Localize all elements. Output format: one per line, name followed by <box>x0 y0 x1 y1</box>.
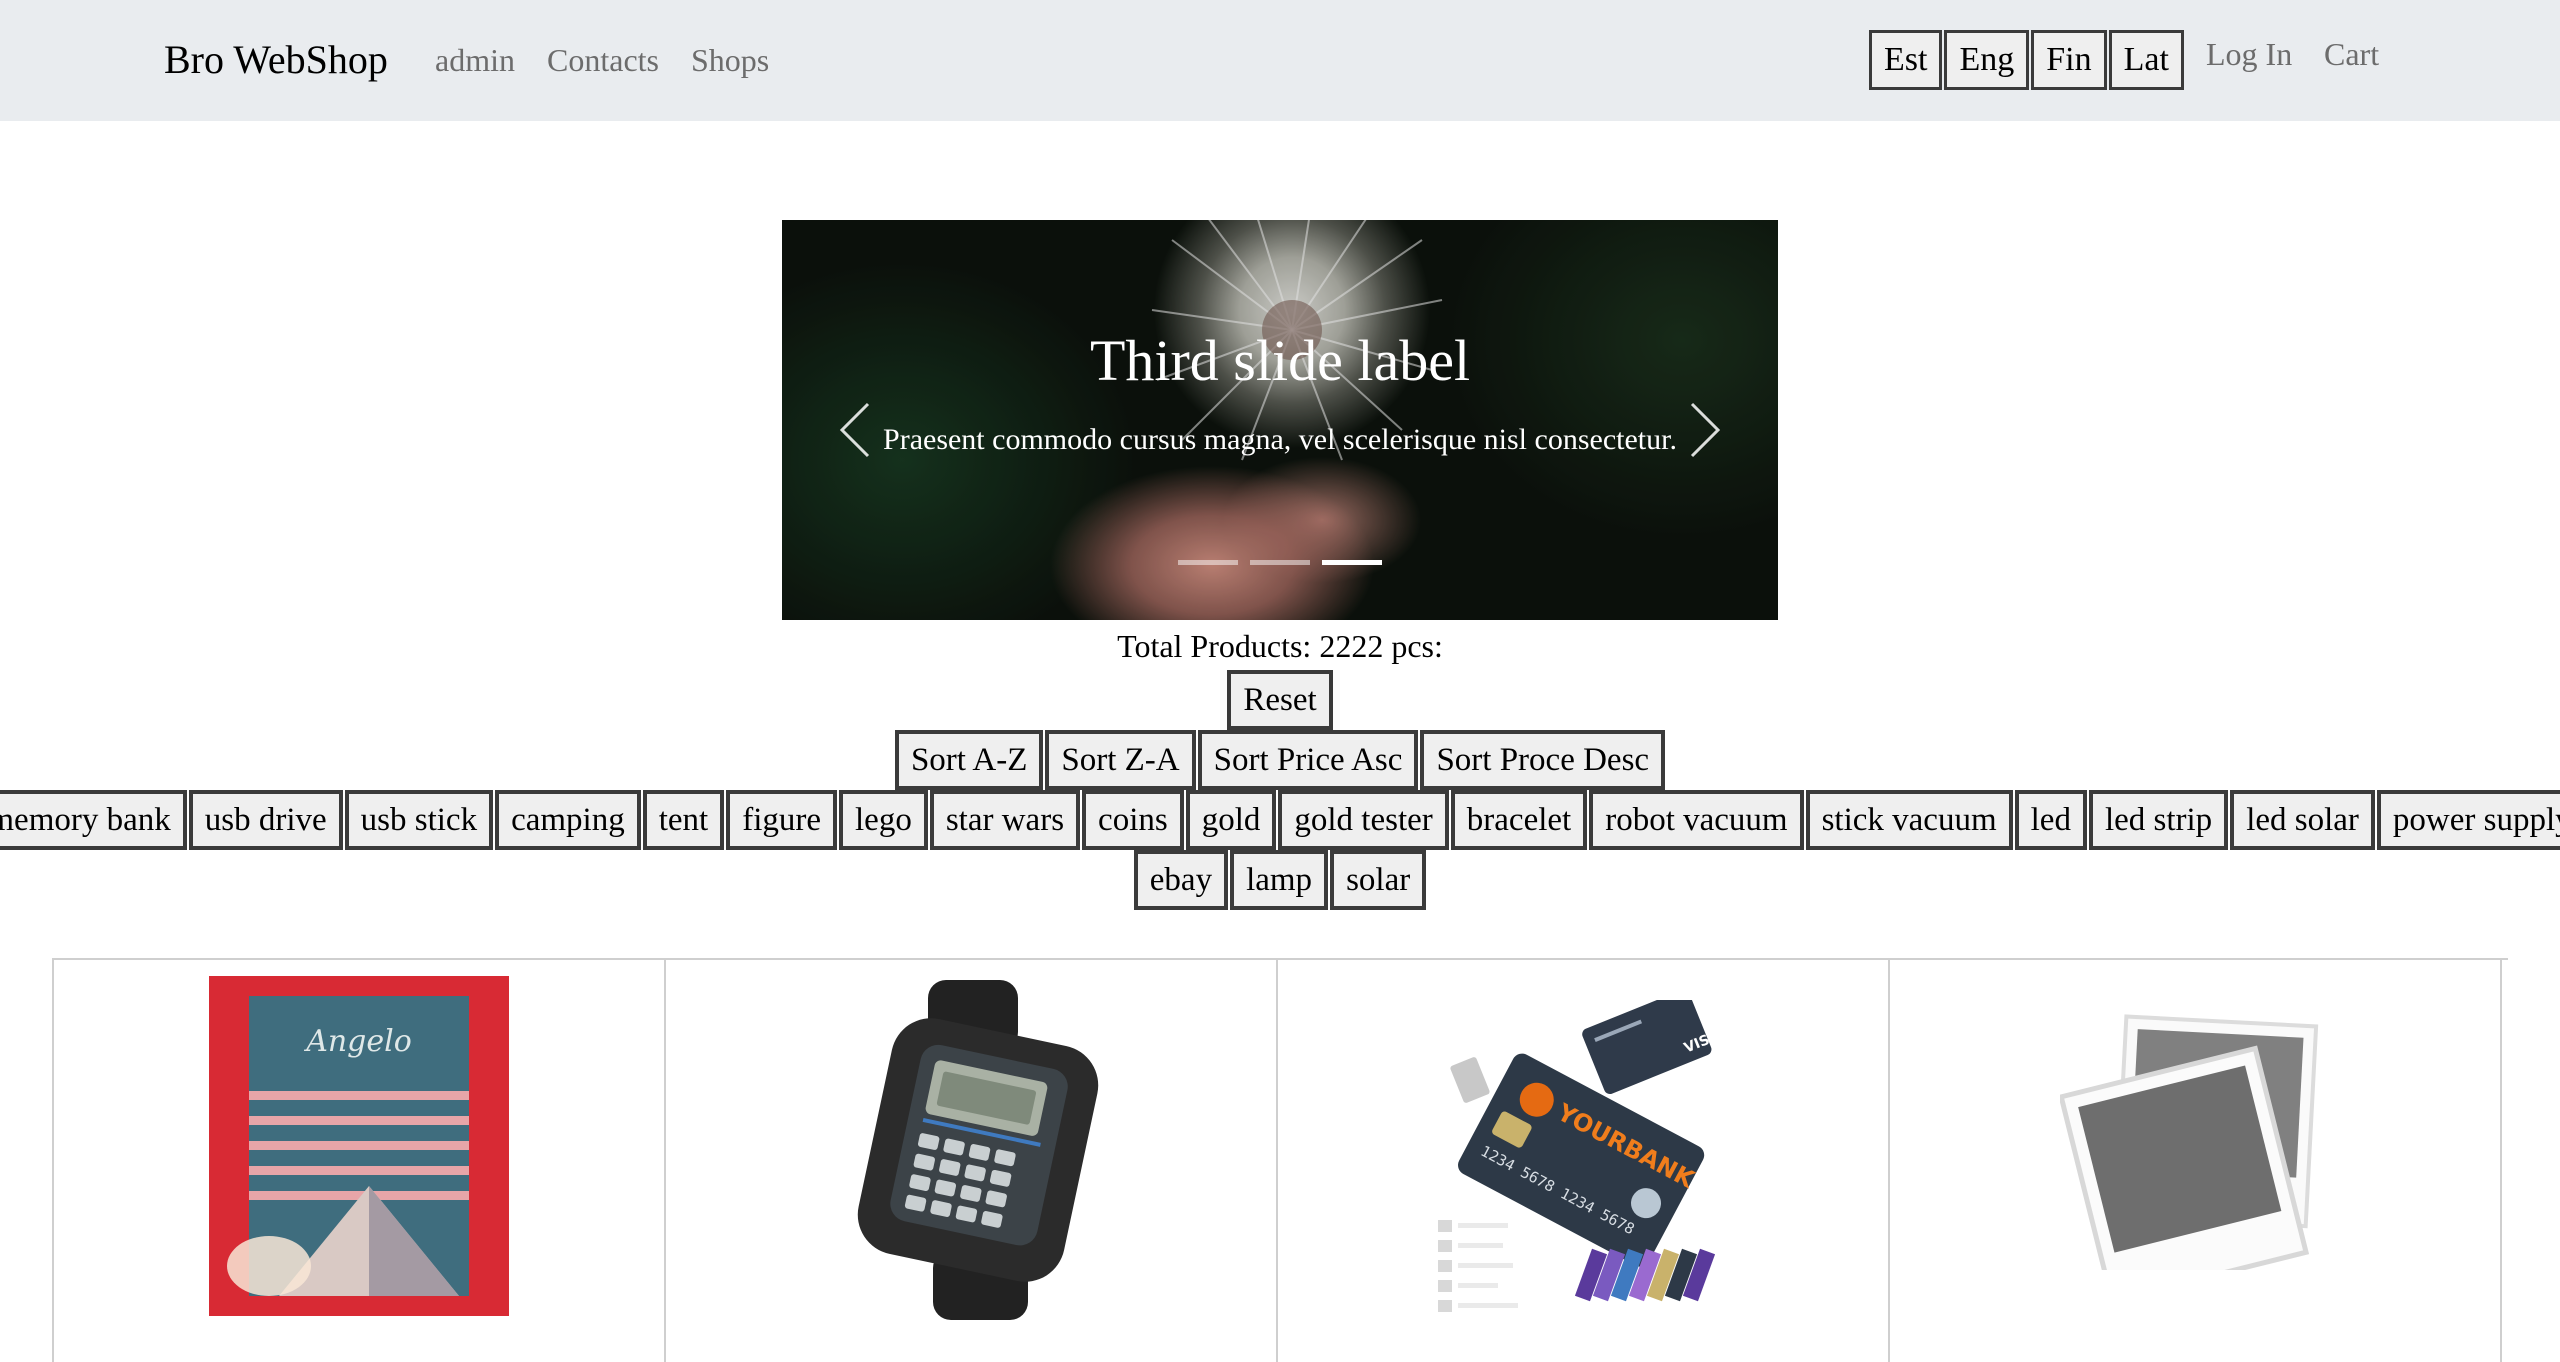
lang-button-eng[interactable]: Eng <box>1944 30 2030 90</box>
nav-link-shops[interactable]: Shops <box>691 38 769 82</box>
sort-za-button[interactable]: Sort Z-A <box>1045 730 1196 790</box>
category-button-lego[interactable]: lego <box>839 790 928 850</box>
lang-button-lat[interactable]: Lat <box>2108 30 2184 90</box>
category-button-camping[interactable]: camping <box>495 790 641 850</box>
category-button-led-solar[interactable]: led solar <box>2230 790 2375 850</box>
category-button-lamp[interactable]: lamp <box>1230 850 1329 910</box>
placeholder-photo-image[interactable] <box>2060 1010 2320 1270</box>
category-button-led[interactable]: led <box>2014 790 2087 850</box>
calculator-watch-image[interactable] <box>818 980 1128 1320</box>
category-button-ebay[interactable]: ebay <box>1133 850 1229 910</box>
nav-link-contacts[interactable]: Contacts <box>547 38 659 82</box>
login-link[interactable]: Log In <box>2206 32 2292 76</box>
category-button-coins[interactable]: coins <box>1082 790 1184 850</box>
category-button-bracelet[interactable]: bracelet <box>1450 790 1588 850</box>
reset-button[interactable]: Reset <box>1227 670 1333 730</box>
category-filters-row-2: ebay lamp solar <box>0 850 2560 910</box>
sort-buttons: Sort A-Z Sort Z-A Sort Price Asc Sort Pr… <box>0 730 2560 790</box>
image-carousel: Third slide label Praesent commodo cursu… <box>782 220 1778 620</box>
lang-button-est[interactable]: Est <box>1869 30 1943 90</box>
category-button-solar[interactable]: solar <box>1330 850 1427 910</box>
total-products-text: Total Products: 2222 pcs: <box>1117 628 1443 664</box>
product-grid: Angelo VISA YOURBANK 1234 5678 1234 5678 <box>52 958 2508 1362</box>
carousel-prev-button[interactable] <box>826 390 886 470</box>
product-card[interactable] <box>664 960 1278 1362</box>
sort-price-desc-button[interactable]: Sort Proce Desc <box>1420 730 1666 790</box>
slide-caption: Third slide label Praesent commodo cursu… <box>882 323 1678 463</box>
navbar: Bro WebShop admin Contacts Shops Est Eng… <box>0 0 2560 121</box>
category-button-figure[interactable]: figure <box>726 790 837 850</box>
category-button-led-strip[interactable]: led strip <box>2088 790 2229 850</box>
category-button-gold-tester[interactable]: gold tester <box>1278 790 1449 850</box>
sort-price-asc-button[interactable]: Sort Price Asc <box>1197 730 1419 790</box>
category-button-usb-stick[interactable]: usb stick <box>344 790 494 850</box>
lang-button-fin[interactable]: Fin <box>2031 30 2107 90</box>
slide-text: Praesent commodo cursus magna, vel scele… <box>883 423 1677 456</box>
category-button-star-wars[interactable]: star wars <box>929 790 1081 850</box>
book-cover-image[interactable]: Angelo <box>209 976 509 1316</box>
svg-text:Angelo: Angelo <box>303 1024 412 1059</box>
category-button-power-supply[interactable]: power supply <box>2376 790 2560 850</box>
category-button-usb-drive[interactable]: usb drive <box>188 790 343 850</box>
category-button-memory-bank[interactable]: memory bank <box>0 790 187 850</box>
chevron-right-icon <box>1690 402 1721 458</box>
slide-title: Third slide label <box>1089 328 1471 393</box>
category-button-stick-vacuum[interactable]: stick vacuum <box>1805 790 2013 850</box>
sort-az-button[interactable]: Sort A-Z <box>894 730 1044 790</box>
carousel-indicator-3[interactable] <box>1322 560 1382 565</box>
product-card[interactable]: Angelo <box>52 960 666 1362</box>
category-button-robot-vacuum[interactable]: robot vacuum <box>1589 790 1804 850</box>
credit-card-usb-image[interactable]: VISA YOURBANK 1234 5678 1234 5678 <box>1438 1000 1738 1320</box>
category-button-gold[interactable]: gold <box>1185 790 1277 850</box>
carousel-indicator-1[interactable] <box>1178 560 1238 565</box>
brand-link[interactable]: Bro WebShop <box>164 32 388 88</box>
product-card[interactable]: VISA YOURBANK 1234 5678 1234 5678 <box>1276 960 1890 1362</box>
carousel-indicators <box>782 560 1778 565</box>
carousel-next-button[interactable] <box>1674 390 1734 470</box>
product-card[interactable] <box>1888 960 2502 1362</box>
category-button-tent[interactable]: tent <box>642 790 725 850</box>
category-filters-row-1: memory bank usb drive usb stick camping … <box>0 790 2560 850</box>
language-switcher: Est Eng Fin Lat <box>1869 30 2186 90</box>
carousel-indicator-2[interactable] <box>1250 560 1310 565</box>
nav-link-admin[interactable]: admin <box>435 38 515 82</box>
chevron-left-icon <box>839 402 870 458</box>
reset-row: Reset <box>0 670 2560 730</box>
cart-link[interactable]: Cart <box>2324 32 2379 76</box>
